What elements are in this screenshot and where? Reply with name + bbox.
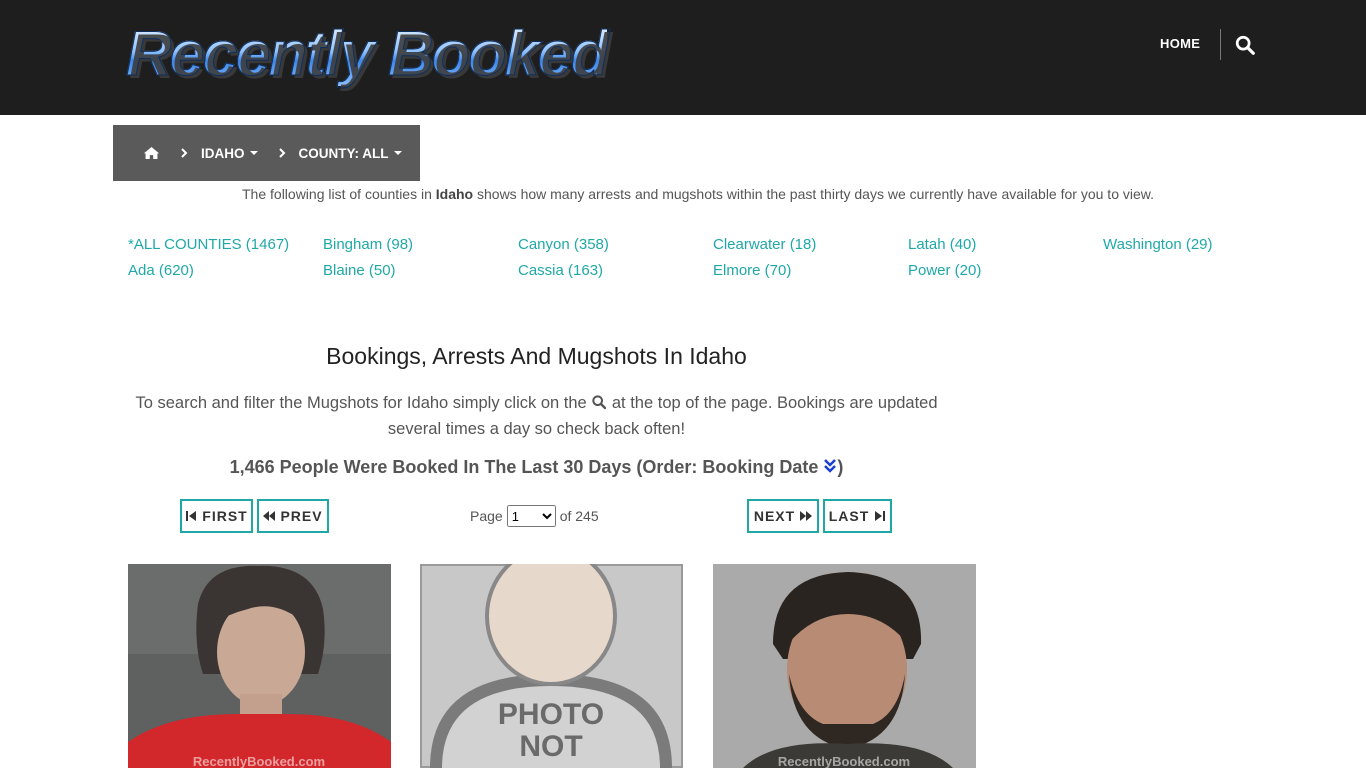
chevron-right-icon	[278, 148, 285, 158]
county-link-all[interactable]: *ALL COUNTIES (1467)	[128, 236, 289, 253]
mugshot-card-3[interactable]: RecentlyBooked.com	[713, 564, 976, 768]
search-description: To search and filter the Mugshots for Id…	[118, 390, 955, 442]
breadcrumb-county-label: COUNTY: ALL	[298, 145, 389, 161]
site-header: Recently Booked HOME	[0, 0, 1366, 115]
mugshot-card-2[interactable]: PHOTO NOT	[420, 564, 683, 768]
breadcrumb-home[interactable]	[143, 146, 160, 160]
next-page-button[interactable]: NEXT	[747, 499, 819, 533]
last-page-button[interactable]: LAST	[823, 499, 892, 533]
photo-text-line1: PHOTO	[498, 698, 604, 731]
booking-count-close: )	[837, 457, 844, 477]
mugshot-image: RecentlyBooked.com	[128, 564, 391, 768]
search-icon[interactable]	[1234, 34, 1256, 56]
county-link-cassia[interactable]: Cassia (163)	[518, 262, 603, 279]
county-link-blaine[interactable]: Blaine (50)	[323, 262, 396, 279]
first-page-label: FIRST	[202, 508, 248, 524]
mugshot-image: RecentlyBooked.com	[713, 564, 976, 768]
county-link-ada[interactable]: Ada (620)	[128, 262, 194, 279]
intro-text-before: The following list of counties in	[242, 186, 436, 202]
page-label: Page	[470, 508, 503, 524]
page-title: Bookings, Arrests And Mugshots In Idaho	[326, 343, 747, 369]
site-logo[interactable]: Recently Booked	[125, 18, 609, 90]
booking-count: 1,466 People Were Booked In The Last 30 …	[128, 457, 945, 478]
breadcrumb: IDAHO COUNTY: ALL	[113, 125, 420, 181]
breadcrumb-county-dropdown[interactable]: COUNTY: ALL	[299, 146, 402, 161]
counties-intro: The following list of counties in Idaho …	[0, 186, 1366, 202]
page-selector: Page 1 of 245	[470, 505, 599, 527]
mugshot-card-1[interactable]: RecentlyBooked.com	[128, 564, 391, 768]
last-page-label: LAST	[828, 508, 870, 524]
intro-text-after: shows how many arrests and mugshots with…	[473, 186, 1154, 202]
next-page-label: NEXT	[753, 508, 796, 524]
prev-page-button[interactable]: PREV	[257, 499, 329, 533]
county-link-elmore[interactable]: Elmore (70)	[713, 262, 791, 279]
breadcrumb-state-dropdown[interactable]: IDAHO	[201, 146, 258, 161]
booking-count-text: 1,466 People Were Booked In The Last 30 …	[229, 457, 824, 477]
first-page-icon	[186, 511, 197, 521]
forward-icon	[800, 511, 813, 521]
county-link-canyon[interactable]: Canyon (358)	[518, 236, 609, 253]
page-total: of 245	[559, 508, 599, 524]
last-page-icon	[875, 511, 886, 521]
photo-not-available-image: PHOTO NOT	[420, 564, 683, 768]
logo-text: Recently Booked	[125, 18, 609, 89]
county-link-power[interactable]: Power (20)	[908, 262, 981, 279]
first-page-button[interactable]: FIRST	[180, 499, 253, 533]
desc-text-before: To search and filter the Mugshots for Id…	[135, 394, 592, 412]
page-select[interactable]: 1	[506, 505, 556, 527]
prev-page-label: PREV	[280, 508, 323, 524]
county-link-bingham[interactable]: Bingham (98)	[323, 236, 413, 253]
search-icon[interactable]	[591, 392, 607, 410]
chevron-right-icon	[181, 148, 188, 158]
backward-icon	[263, 511, 276, 521]
mugshot-watermark: RecentlyBooked.com	[193, 754, 325, 768]
county-link-clearwater[interactable]: Clearwater (18)	[713, 236, 816, 253]
county-link-washington[interactable]: Washington (29)	[1103, 236, 1213, 253]
caret-down-icon	[249, 151, 258, 155]
nav-home-link[interactable]: HOME	[1160, 36, 1200, 51]
nav-divider	[1220, 29, 1221, 60]
county-link-latah[interactable]: Latah (40)	[908, 236, 976, 253]
caret-down-icon	[393, 151, 402, 155]
photo-text-line2: NOT	[519, 730, 582, 763]
sort-order-icon[interactable]	[823, 458, 837, 474]
mugshot-watermark: RecentlyBooked.com	[778, 754, 910, 768]
home-icon	[143, 147, 160, 159]
breadcrumb-state-label: IDAHO	[201, 145, 245, 161]
intro-state: Idaho	[435, 186, 474, 202]
